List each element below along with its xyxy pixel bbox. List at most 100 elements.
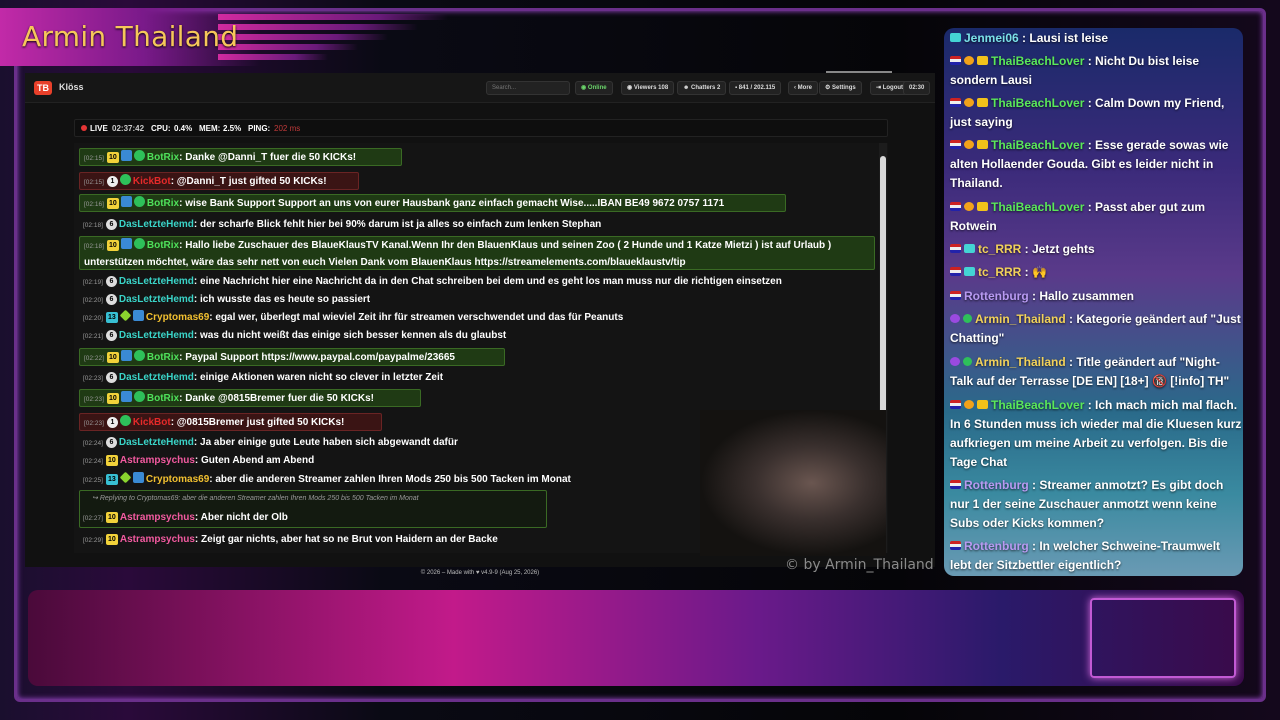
decor-stripe — [218, 44, 358, 50]
decor-stripe — [218, 34, 388, 40]
chat-message: [02:23] 10 BotRix: Danke @0815Bremer fuer … — [79, 389, 421, 407]
verified-icon — [963, 314, 972, 323]
channel-title: Armin Thailand — [22, 20, 239, 53]
uptime: 02:37:42 — [112, 124, 145, 133]
overlay-message: Armin_Thailand : Title geändert auf "Nig… — [950, 355, 1230, 388]
chat-message: [02:18] 6 DasLetzteHemd: der scharfe Blick… — [83, 219, 602, 230]
mem-value: 2.5% — [223, 124, 242, 133]
top-scroll-indicator — [826, 71, 892, 73]
decor-stripe — [218, 24, 418, 30]
chat-message: [02:29] 10 Astrampsychus: Zeigt gar nichts… — [83, 534, 498, 545]
decor-stripe — [218, 54, 328, 60]
verified-icon — [119, 415, 131, 426]
search-input[interactable]: Search... — [486, 81, 570, 95]
gear-icon: ⚙ — [825, 85, 833, 91]
verified-icon — [133, 350, 145, 361]
decor-stripe — [218, 14, 448, 20]
flag-icon — [950, 400, 961, 409]
chat-message: [02:25] 13 Cryptomas69: aber die anderen S… — [79, 471, 575, 489]
flag-icon — [950, 480, 961, 489]
coin-icon — [964, 56, 974, 65]
moderator-icon — [964, 244, 975, 253]
chat-message: [02:20] 6 DasLetzteHemd: ich wusste das es… — [83, 294, 371, 305]
broadcaster-icon — [950, 357, 960, 366]
chat-message: [02:20] 13 Cryptomas69: egal wer, überlegt… — [79, 309, 627, 327]
app-channel-name: Klöss — [59, 82, 84, 92]
flag-icon — [950, 291, 961, 300]
signal-icon: ◉ — [581, 85, 588, 91]
more-button[interactable]: ‹ More — [788, 81, 819, 95]
logout-icon: ⇥ — [876, 85, 883, 91]
broadcaster-icon — [950, 314, 960, 323]
overlay-message: Armin_Thailand : Kategorie geändert auf … — [950, 312, 1241, 345]
diamond-icon — [119, 309, 132, 322]
live-label: LIVE — [90, 124, 108, 133]
flag-icon — [950, 98, 961, 107]
diamond-icon — [119, 471, 132, 484]
crown-icon — [977, 98, 988, 107]
webcam-feed — [700, 410, 886, 556]
crown-icon — [977, 140, 988, 149]
overlay-message: ThaiBeachLover : Esse gerade sowas wie a… — [950, 138, 1229, 190]
sword-icon — [120, 196, 132, 207]
overlay-message: ThaiBeachLover : Passt aber gut zum Rotw… — [950, 200, 1206, 233]
sword-icon — [120, 350, 132, 361]
bottom-banner — [28, 590, 1244, 686]
live-dot-icon — [81, 125, 87, 131]
flag-icon — [950, 56, 961, 65]
users-icon: ☻ — [683, 85, 691, 91]
overlay-message: Rottenburg : Streamer anmotzt? Es gibt d… — [950, 478, 1224, 530]
crown-icon — [977, 56, 988, 65]
verified-icon — [133, 391, 145, 402]
mem-label: MEM: — [199, 124, 221, 133]
flag-icon — [950, 267, 961, 276]
sword-icon — [120, 238, 132, 249]
eye-icon: ◉ — [627, 85, 634, 91]
crown-icon — [977, 400, 988, 409]
moderator-icon — [950, 33, 961, 42]
sword-icon — [120, 150, 132, 161]
overlay-message: Jenmei06 : Lausi ist leise — [950, 29, 1242, 48]
overlay-message: ThaiBeachLover : Calm Down my Friend, ju… — [950, 96, 1225, 129]
viewers-button[interactable]: ◉ Viewers 108 — [621, 81, 675, 95]
sword-icon — [120, 391, 132, 402]
stream-overlay: Armin Thailand TB Klöss Search... ◉ Onli… — [0, 0, 1280, 720]
reply-context: ↪ Replying to Cryptomas69: aber die ande… — [92, 495, 419, 502]
messages-button[interactable]: ▪ 841 / 202.115 — [729, 81, 782, 95]
app-logo: TB — [34, 81, 52, 95]
chat-message: [02:24] 10 Astrampsychus: Guten Abend am A… — [83, 455, 315, 466]
overlay-message: tc_RRR : Jetzt gehts — [950, 240, 1242, 259]
watermark: © by Armin_Thailand — [785, 557, 934, 573]
online-status-button[interactable]: ◉ Online — [575, 81, 613, 95]
flag-icon — [950, 202, 961, 211]
moderator-icon — [964, 267, 975, 276]
flag-icon — [950, 140, 961, 149]
cpu-label: CPU: — [151, 124, 171, 133]
chatters-button[interactable]: ☻ Chatters 2 — [677, 81, 727, 95]
verified-icon — [963, 357, 972, 366]
flag-icon — [950, 541, 961, 550]
crown-icon — [977, 202, 988, 211]
coin-icon — [964, 202, 974, 211]
ping-value: 202 ms — [274, 124, 301, 133]
chat-message: [02:21] 6 DasLetzteHemd: was du nicht weiß… — [83, 330, 507, 341]
coin-icon — [964, 98, 974, 107]
clock: 02:30 — [903, 81, 931, 95]
settings-button[interactable]: ⚙ Settings — [819, 81, 862, 95]
coin-icon — [964, 400, 974, 409]
stream-status-bar: LIVE 02:37:42 CPU: 0.4% MEM: 2.5% PING: … — [74, 119, 888, 137]
chat-message: [02:23] 1 KickBot: @0815Bremer just gifted… — [79, 413, 382, 431]
overlay-message: Rottenburg : Hallo zusammen — [950, 287, 1242, 306]
overlay-message: tc_RRR : 🙌 — [950, 263, 1242, 282]
chat-message: [02:16] 10 BotRix: wise Bank Support Suppo… — [79, 194, 786, 212]
coin-icon — [964, 140, 974, 149]
sword-icon — [132, 472, 144, 483]
reply-icon: ↪ — [92, 495, 100, 502]
verified-icon — [133, 150, 145, 161]
chat-message: [02:15] 10 BotRix: Danke @Danni_T fuer die… — [79, 148, 402, 166]
sword-icon — [132, 310, 144, 321]
chat-message: [02:24] 6 DasLetzteHemd: Ja aber einige gu… — [83, 437, 458, 448]
chat-message: [02:22] 10 BotRix: Paypal Support https://… — [79, 348, 505, 366]
ping-label: PING: — [248, 124, 271, 133]
overlay-message: Rottenburg : In welcher Schweine-Traumwe… — [950, 539, 1221, 572]
